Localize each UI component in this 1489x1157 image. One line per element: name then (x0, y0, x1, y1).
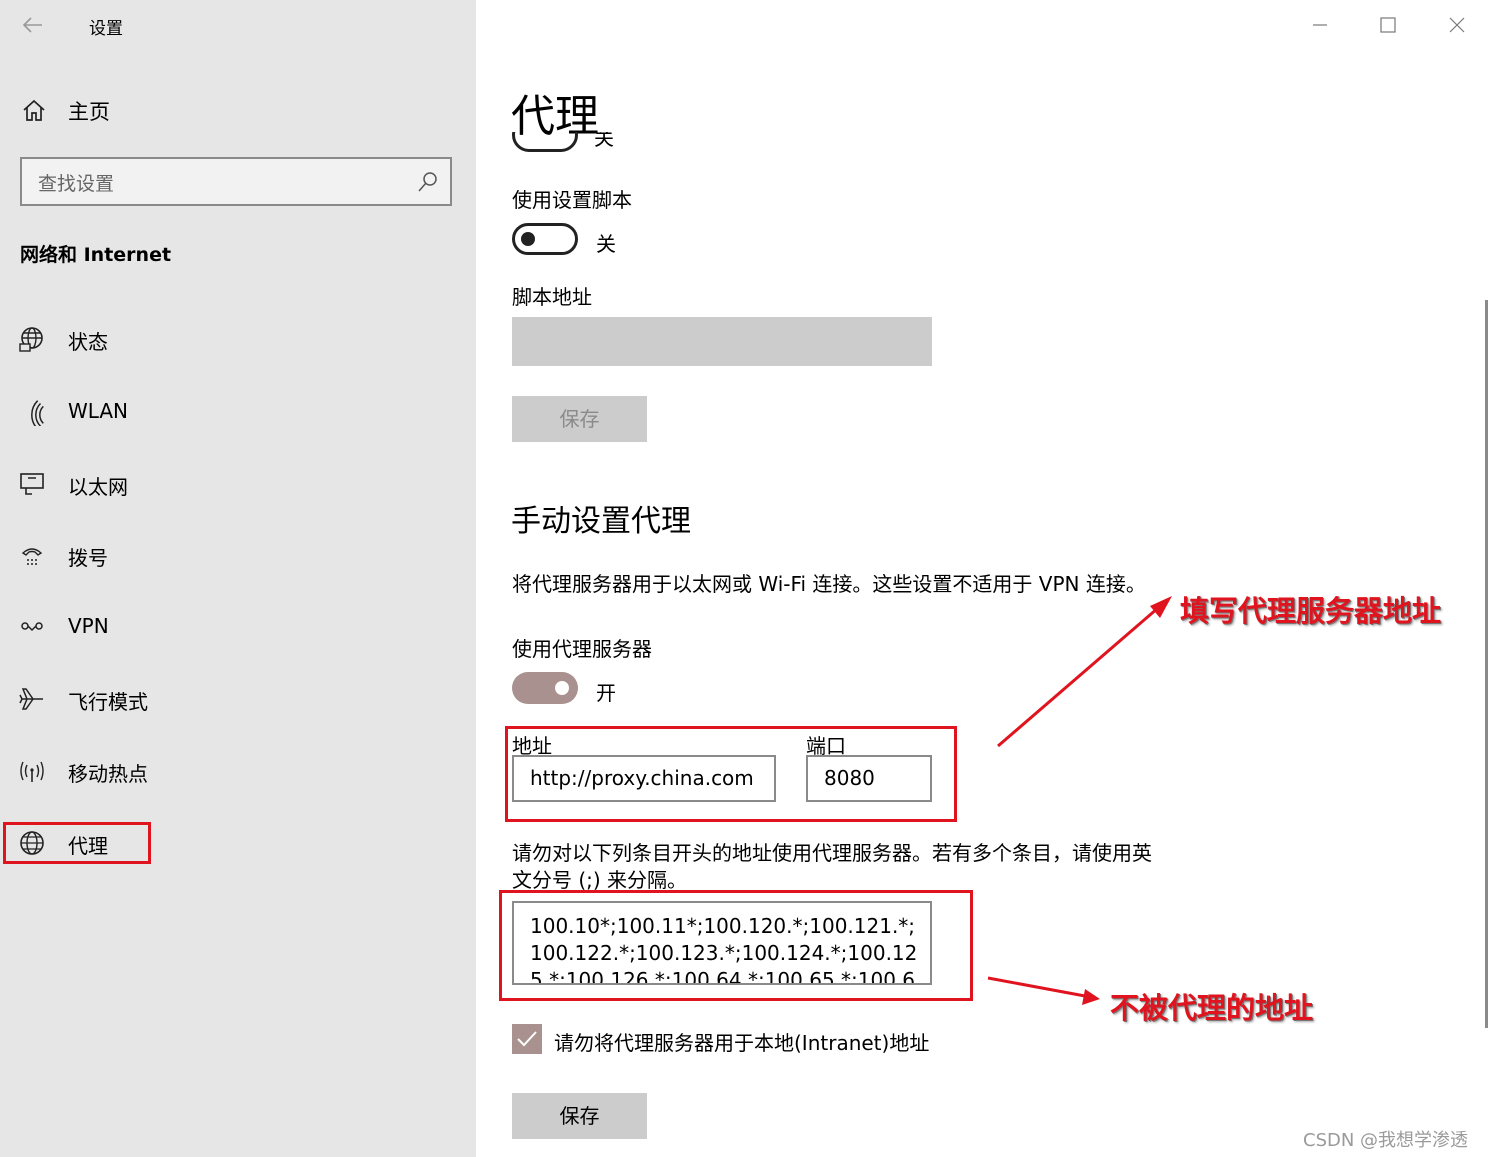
exceptions-description-line1: 请勿对以下列条目开头的地址使用代理服务器。若有多个条目，请使用英 (512, 841, 1152, 865)
use-script-label: 使用设置脚本 (512, 188, 632, 212)
nav-home-label: 主页 (68, 100, 110, 124)
bypass-note: 不被代理的地址 (1110, 991, 1314, 1025)
hotspot-icon (20, 761, 44, 782)
sidebar: 设置 主页 查找设置 网络和 Internet 状态 WLAN 以太网 拨号 V… (0, 0, 476, 1157)
sidebar-item-airplane[interactable]: 飞行模式 (0, 675, 476, 723)
close-icon[interactable] (1440, 10, 1474, 40)
search-input[interactable]: 查找设置 (20, 157, 452, 206)
manual-proxy-description: 将代理服务器用于以太网或 Wi-Fi 连接。这些设置不适用于 VPN 连接。 (512, 572, 1146, 596)
sidebar-item-label: VPN (68, 614, 109, 638)
sidebar-item-status[interactable]: 状态 (0, 315, 476, 363)
arrow-head-bypass (1082, 989, 1100, 1005)
sidebar-item-label: 移动热点 (68, 762, 148, 786)
arrow-to-address-note (997, 606, 1159, 748)
back-arrow-icon[interactable] (18, 10, 48, 40)
script-save-button: 保存 (512, 396, 647, 442)
sidebar-item-hotspot[interactable]: 移动热点 (0, 747, 476, 795)
sidebar-item-ethernet[interactable]: 以太网 (0, 460, 476, 508)
maximize-icon[interactable] (1371, 10, 1405, 40)
sidebar-item-dialup[interactable]: 拨号 (0, 531, 476, 579)
local-bypass-checkbox[interactable] (512, 1024, 542, 1054)
airplane-icon (19, 688, 43, 710)
checkmark-icon (517, 1031, 537, 1047)
app-title: 设置 (89, 19, 123, 39)
vpn-icon (21, 622, 43, 632)
sidebar-item-label: WLAN (68, 399, 129, 423)
sidebar-item-label: 拨号 (68, 546, 108, 570)
manual-proxy-heading: 手动设置代理 (511, 504, 691, 539)
exceptions-description-line2: 文分号 (;) 来分隔。 (512, 868, 688, 892)
script-address-field (512, 317, 932, 366)
status-globe-icon (19, 327, 43, 352)
fill-address-note: 填写代理服务器地址 (1180, 594, 1442, 628)
arrow-head-address (1150, 596, 1172, 618)
arrow-to-bypass-note (987, 976, 1086, 998)
search-placeholder: 查找设置 (38, 173, 115, 195)
proxy-save-button[interactable]: 保存 (512, 1093, 647, 1139)
sidebar-item-label: 状态 (68, 330, 108, 354)
wifi-icon (31, 400, 44, 426)
auto-detect-state: 关 (594, 132, 614, 150)
minimize-icon[interactable] (1303, 10, 1337, 40)
script-address-label: 脚本地址 (512, 285, 592, 309)
exceptions-highlight-box (499, 890, 973, 1001)
address-port-highlight-box (505, 726, 957, 822)
use-proxy-toggle[interactable] (512, 672, 578, 704)
sidebar-item-wlan[interactable]: WLAN (0, 388, 476, 436)
search-icon (418, 172, 437, 192)
use-script-toggle[interactable] (512, 223, 578, 255)
home-icon (23, 99, 45, 121)
sidebar-item-label: 以太网 (68, 475, 128, 499)
sidebar-item-label: 飞行模式 (68, 690, 148, 714)
proxy-highlight-box (3, 822, 151, 864)
watermark: CSDN @我想学渗透 (1303, 1130, 1469, 1151)
use-script-state: 关 (596, 232, 616, 256)
use-proxy-label: 使用代理服务器 (512, 637, 652, 661)
use-proxy-state: 开 (596, 681, 616, 705)
scrollbar[interactable] (1485, 300, 1488, 1028)
section-title: 网络和 Internet (20, 244, 172, 266)
auto-detect-toggle[interactable] (512, 132, 578, 156)
dialup-icon (21, 548, 43, 565)
sidebar-item-vpn[interactable]: VPN (0, 603, 476, 651)
nav-home[interactable]: 主页 (20, 92, 440, 130)
local-bypass-label: 请勿将代理服务器用于本地(Intranet)地址 (554, 1031, 930, 1055)
ethernet-icon (20, 473, 44, 495)
